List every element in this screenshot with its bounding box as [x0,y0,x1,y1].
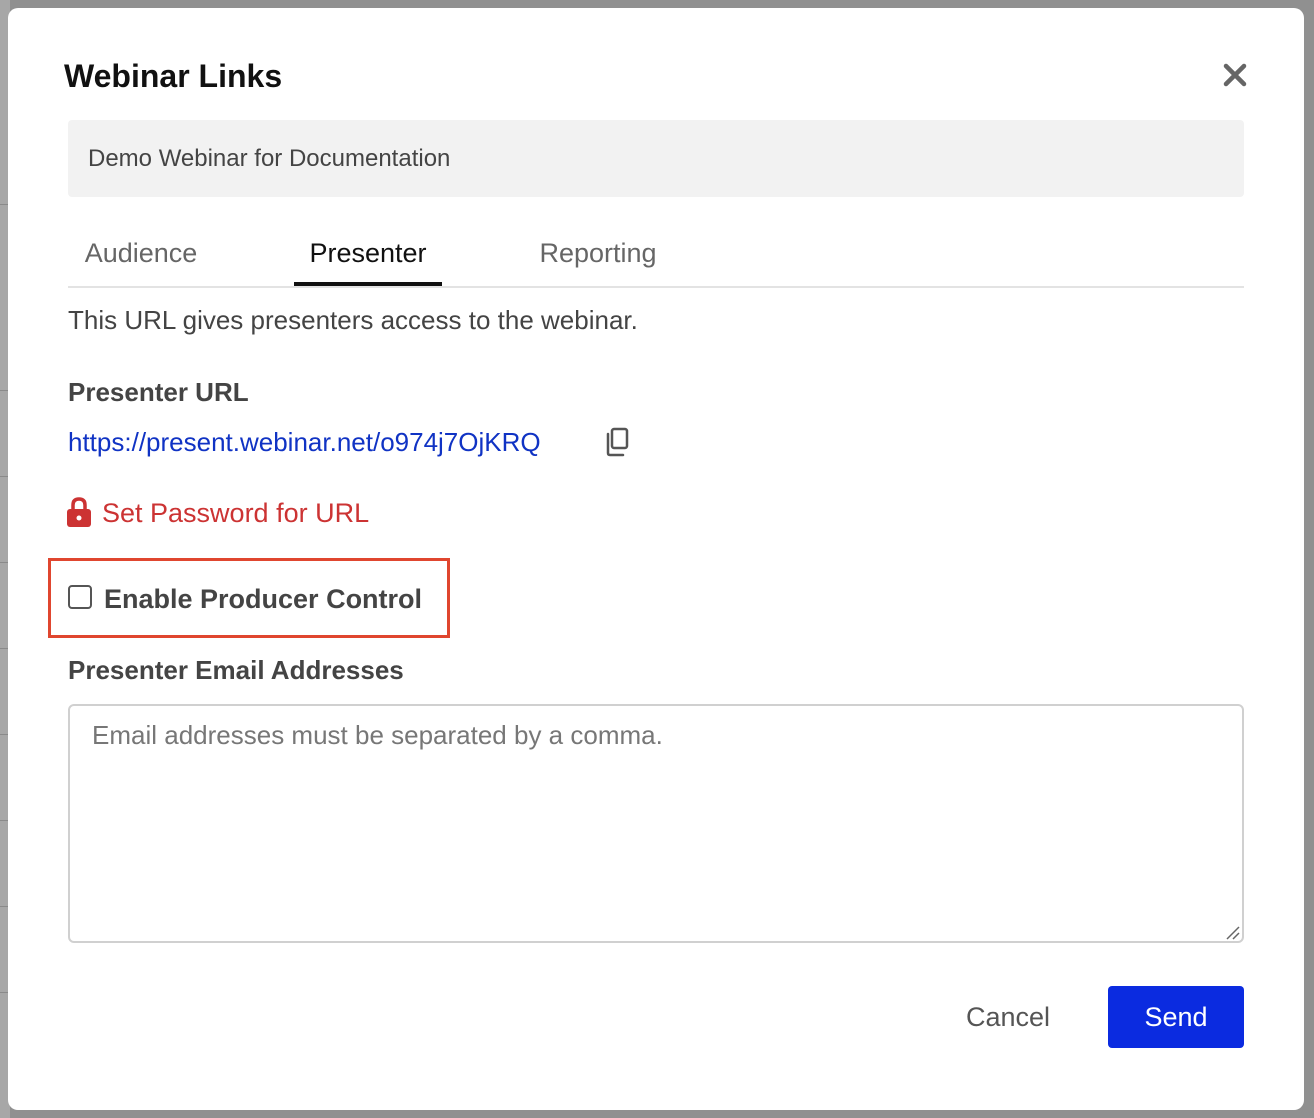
cancel-button[interactable]: Cancel [948,986,1068,1048]
resize-handle-icon[interactable] [1224,924,1240,940]
webinar-name-display: Demo Webinar for Documentation [68,120,1244,197]
tab-reporting[interactable]: Reporting [524,232,672,286]
presenter-emails-input[interactable] [68,704,1244,943]
webinar-links-dialog: Webinar Links Demo Webinar for Documenta… [8,8,1304,1110]
active-tab-indicator [294,282,442,286]
tab-audience[interactable]: Audience [68,232,214,286]
copy-url-button[interactable] [602,426,632,458]
send-button[interactable]: Send [1108,986,1244,1048]
presenter-emails-label: Presenter Email Addresses [68,655,404,685]
presenter-url-label: Presenter URL [68,377,249,407]
lock-icon [67,497,91,527]
presenter-url-link[interactable]: https://present.webinar.net/o974j7OjKRQ [68,426,541,458]
tab-presenter[interactable]: Presenter [294,232,442,286]
copy-icon [606,427,629,457]
set-password-label: Set Password for URL [102,498,370,528]
dialog-title: Webinar Links [64,58,283,94]
presenter-description: This URL gives presenters access to the … [68,305,638,335]
close-button[interactable] [1220,60,1250,90]
tab-bar: Audience Presenter Reporting [68,232,1244,288]
close-icon [1223,63,1247,87]
producer-control-checkbox[interactable] [68,585,92,609]
producer-control-label: Enable Producer Control [104,584,423,614]
